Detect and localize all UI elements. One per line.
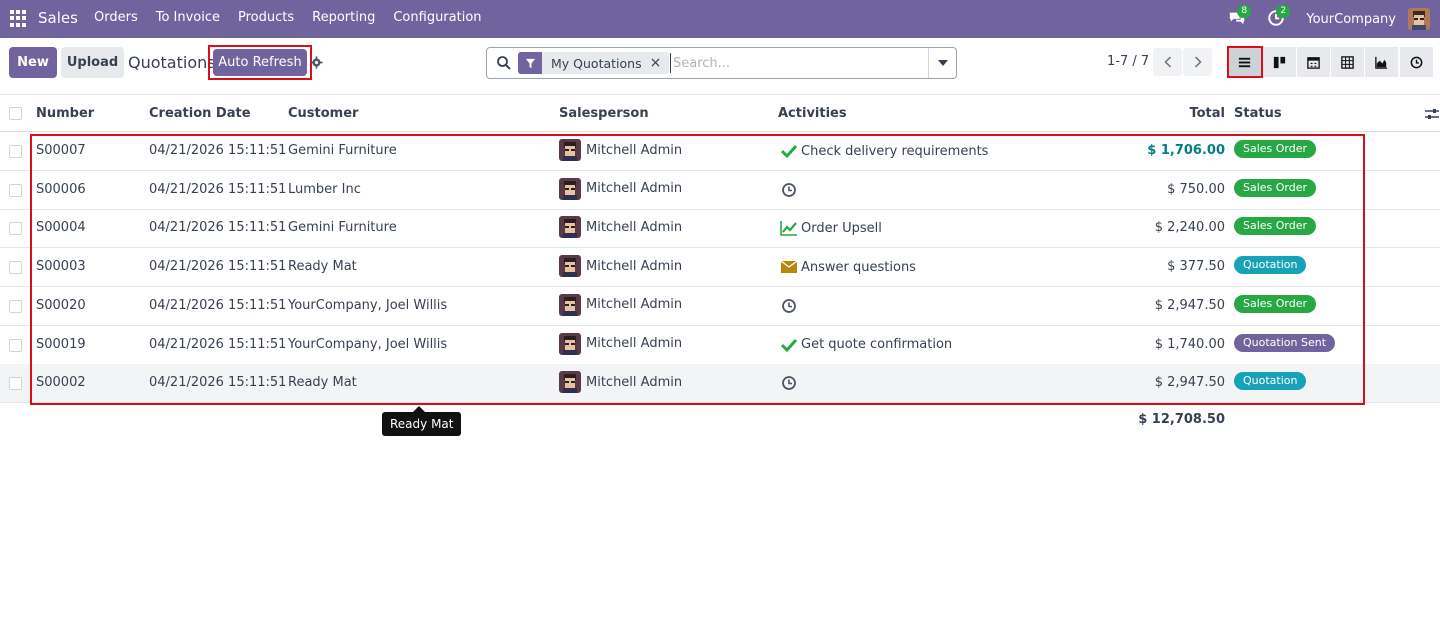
column-header-total[interactable]: Total — [1189, 106, 1225, 121]
pivot-view-button[interactable] — [1331, 47, 1365, 77]
area-chart-icon — [1375, 56, 1388, 69]
optional-columns-icon[interactable] — [1425, 107, 1439, 121]
pager-previous-button[interactable] — [1153, 48, 1182, 76]
activity-view-button[interactable] — [1400, 47, 1434, 77]
pager-value[interactable]: 1-7 / 7 — [1107, 54, 1149, 69]
company-switcher[interactable]: YourCompany — [1306, 12, 1396, 27]
row-checkbox[interactable] — [9, 338, 22, 352]
search-options-toggle[interactable] — [928, 48, 956, 78]
page-title: Quotations — [128, 53, 216, 72]
row-checkbox[interactable] — [9, 222, 22, 236]
row-checkbox[interactable] — [9, 377, 22, 391]
app-name[interactable]: Sales — [38, 9, 78, 27]
facet-label: My Quotations — [551, 55, 642, 71]
graph-view-button[interactable] — [1365, 47, 1399, 77]
messages-icon[interactable]: 8 — [1228, 5, 1252, 29]
menu-to-invoice[interactable]: To Invoice — [156, 10, 220, 25]
tooltip: Ready Mat — [382, 406, 462, 436]
activities-count-badge: 2 — [1276, 5, 1291, 18]
upload-button[interactable]: Upload — [61, 47, 124, 78]
column-header-creation-date[interactable]: Creation Date — [149, 106, 251, 121]
filter-facet: My Quotations × — [518, 52, 670, 74]
kanban-icon — [1273, 56, 1286, 68]
search-input[interactable] — [670, 53, 920, 73]
kanban-view-button[interactable] — [1263, 47, 1297, 77]
menu-reporting[interactable]: Reporting — [312, 10, 375, 25]
column-header-status[interactable]: Status — [1234, 106, 1282, 121]
search-bar: My Quotations × — [486, 47, 957, 79]
column-header-customer[interactable]: Customer — [288, 106, 358, 121]
top-navbar: Sales Orders To Invoice Products Reporti… — [0, 0, 1440, 38]
row-checkbox[interactable] — [9, 145, 22, 158]
chevron-right-icon — [1194, 56, 1202, 68]
row-checkbox[interactable] — [9, 299, 22, 313]
search-icon[interactable] — [496, 55, 512, 71]
column-header-activities[interactable]: Activities — [778, 106, 847, 121]
user-avatar[interactable] — [1408, 8, 1430, 30]
facet-remove-icon[interactable]: × — [650, 55, 670, 71]
activities-clock-icon[interactable]: 2 — [1267, 5, 1291, 29]
table-header: Number Creation Date Customer Salesperso… — [0, 95, 1440, 132]
chevron-left-icon — [1163, 56, 1171, 68]
calendar-view-button[interactable] — [1297, 47, 1331, 77]
app-grid-icon[interactable] — [10, 10, 27, 27]
row-checkbox[interactable] — [9, 183, 22, 197]
highlight-box — [1227, 46, 1263, 78]
caret-down-icon — [937, 60, 948, 66]
calendar-icon — [1307, 56, 1320, 69]
new-button[interactable]: New — [9, 47, 57, 78]
menu-products[interactable]: Products — [238, 10, 294, 25]
column-header-salesperson[interactable]: Salesperson — [559, 106, 649, 121]
menu-orders[interactable]: Orders — [94, 10, 138, 25]
filter-icon — [518, 52, 542, 74]
clock-icon — [1410, 56, 1423, 68]
auto-refresh-button[interactable]: Auto Refresh — [213, 49, 307, 76]
highlight-box — [30, 134, 1365, 405]
pager-next-button[interactable] — [1183, 48, 1212, 76]
main-menu: Orders To Invoice Products Reporting Con… — [94, 10, 500, 25]
table-icon — [1341, 55, 1354, 69]
menu-configuration[interactable]: Configuration — [393, 10, 481, 25]
grand-total: $ 12,708.50 — [1138, 412, 1225, 427]
gear-icon[interactable] — [310, 56, 323, 69]
row-checkbox[interactable] — [9, 261, 22, 275]
select-all-checkbox[interactable] — [9, 107, 22, 120]
messages-count-badge: 8 — [1237, 5, 1252, 18]
column-header-number[interactable]: Number — [36, 106, 94, 121]
